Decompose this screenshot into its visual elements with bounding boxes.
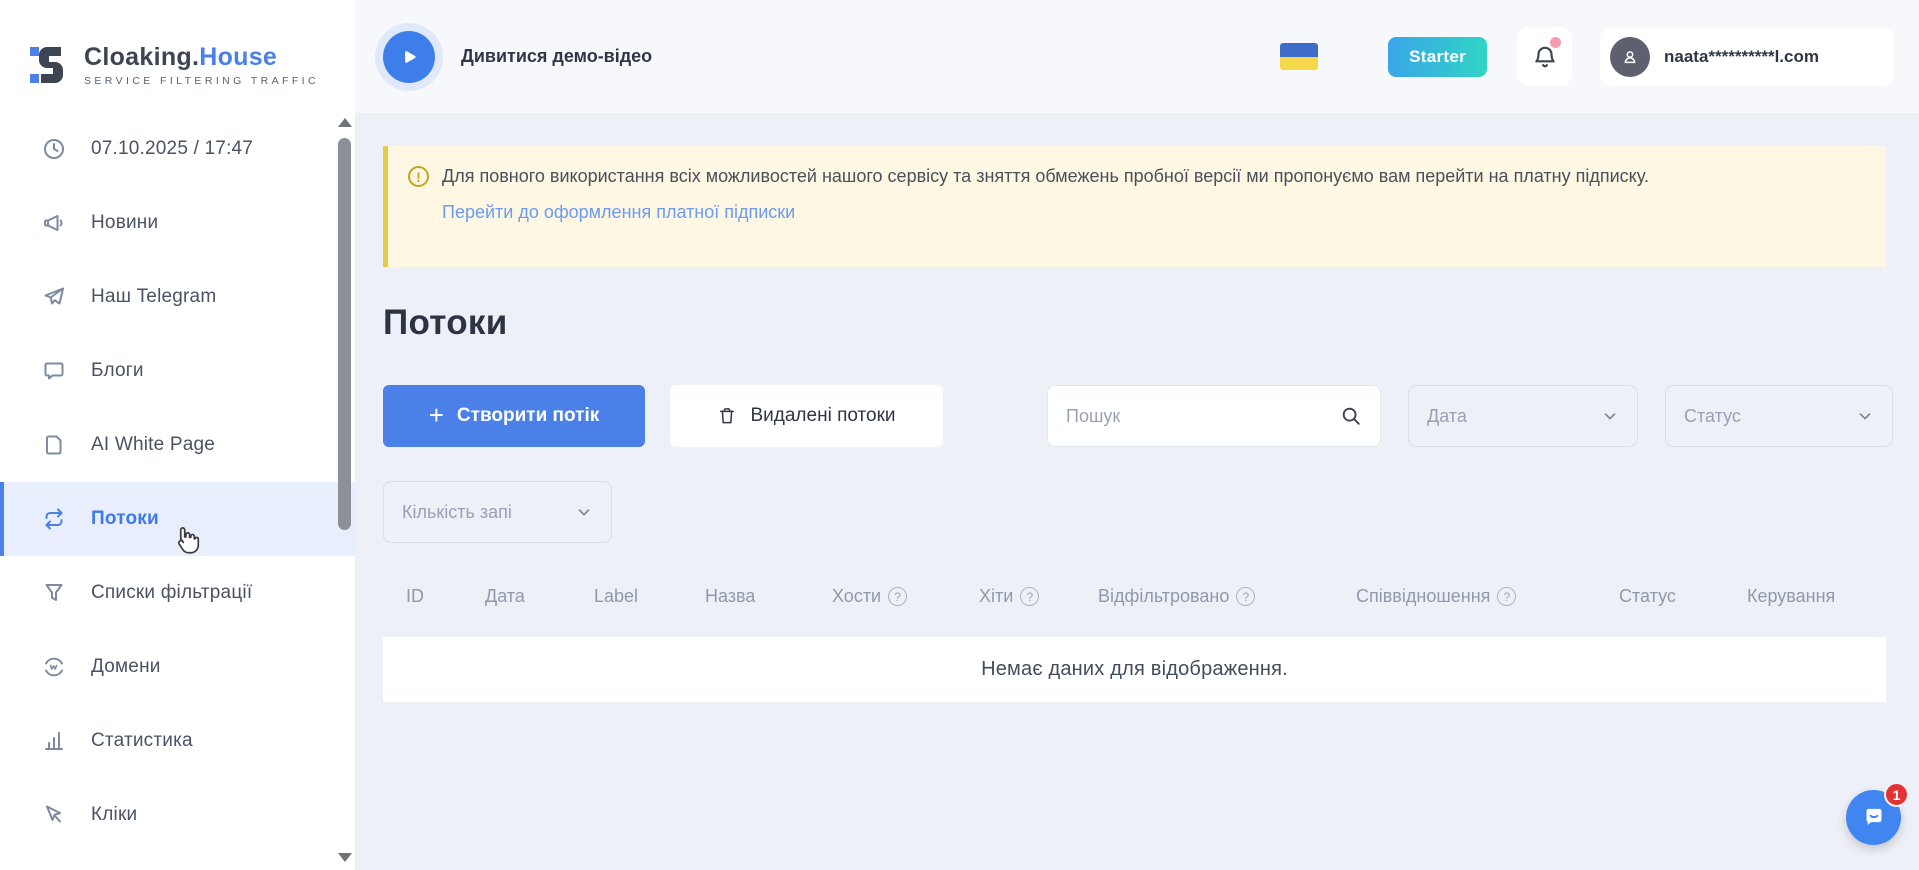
upgrade-subscription-link[interactable]: Перейти до оформлення платної підписки bbox=[442, 202, 795, 223]
table-header: ID Дата Label Назва Хости? Хіти? Відфіль… bbox=[383, 568, 1886, 628]
sidebar-item-domains[interactable]: Домени bbox=[0, 630, 355, 704]
trash-icon bbox=[717, 405, 737, 427]
sidebar-item-label: Наш Telegram bbox=[91, 286, 216, 308]
page-icon bbox=[42, 433, 66, 457]
empty-state-text: Немає даних для відображення. bbox=[981, 658, 1288, 681]
column-header-ratio: Співвідношення? bbox=[1356, 586, 1516, 607]
sidebar-item-label: Блоги bbox=[91, 360, 144, 382]
person-icon bbox=[1620, 47, 1640, 67]
brand-logo-icon bbox=[30, 41, 70, 89]
plus-icon: + bbox=[429, 402, 444, 428]
column-header-hits: Хіти? bbox=[979, 586, 1039, 607]
megaphone-icon bbox=[42, 211, 66, 235]
sidebar-item-datetime[interactable]: 07.10.2025 / 17:47 bbox=[0, 112, 355, 186]
scrollbar-thumb[interactable] bbox=[338, 138, 351, 530]
date-filter-select[interactable]: Дата bbox=[1408, 385, 1638, 447]
chevron-down-icon bbox=[1856, 407, 1874, 425]
chevron-down-icon bbox=[575, 503, 593, 521]
sidebar-item-streams[interactable]: Потоки bbox=[0, 482, 355, 556]
column-header-name: Назва bbox=[705, 586, 755, 607]
sidebar-item-label: Кліки bbox=[91, 804, 137, 826]
sidebar-item-label: Потоки bbox=[91, 508, 159, 530]
sidebar-scrollbar[interactable] bbox=[336, 110, 353, 870]
sidebar-menu: 07.10.2025 / 17:47 Новини Наш Telegram Б… bbox=[0, 112, 355, 852]
streams-icon bbox=[42, 507, 66, 531]
demo-video-label[interactable]: Дивитися демо-відео bbox=[461, 45, 652, 68]
column-header-status: Статус bbox=[1619, 586, 1676, 607]
trial-warning-banner: ! Для повного використання всіх можливос… bbox=[383, 146, 1886, 267]
flag-blue-stripe bbox=[1280, 43, 1318, 57]
sidebar-item-label: Списки фільтрації bbox=[91, 582, 252, 604]
demo-video-control[interactable]: Дивитися демо-відео bbox=[383, 31, 652, 83]
chevron-down-icon bbox=[1601, 407, 1619, 425]
clicks-icon bbox=[42, 803, 66, 827]
play-icon bbox=[398, 46, 420, 68]
sidebar-item-label: AI White Page bbox=[91, 434, 215, 456]
column-header-date: Дата bbox=[485, 586, 525, 607]
help-icon[interactable]: ? bbox=[888, 587, 907, 606]
warning-icon: ! bbox=[408, 166, 429, 187]
sidebar-item-label: Домени bbox=[91, 656, 161, 678]
plan-badge[interactable]: Starter bbox=[1388, 37, 1487, 77]
user-email: naata**********l.com bbox=[1664, 47, 1819, 67]
chat-unread-badge: 1 bbox=[1884, 782, 1909, 807]
play-button[interactable] bbox=[383, 31, 435, 83]
notification-dot bbox=[1550, 37, 1561, 48]
help-icon[interactable]: ? bbox=[1497, 587, 1516, 606]
column-header-label: Label bbox=[594, 586, 638, 607]
avatar bbox=[1610, 37, 1650, 77]
user-menu[interactable]: naata**********l.com bbox=[1600, 27, 1894, 86]
sidebar-item-label: Новини bbox=[91, 212, 158, 234]
topbar-right: Starter naata**********l.com bbox=[1280, 27, 1894, 86]
column-header-actions: Керування bbox=[1747, 586, 1835, 607]
sidebar-item-telegram[interactable]: Наш Telegram bbox=[0, 260, 355, 334]
help-icon[interactable]: ? bbox=[1236, 587, 1255, 606]
topbar: Дивитися демо-відео Starter naata*******… bbox=[355, 0, 1919, 113]
scroll-up-arrow-icon[interactable] bbox=[338, 118, 352, 127]
create-stream-button[interactable]: + Створити потік bbox=[383, 385, 645, 447]
chat-bubble-icon bbox=[42, 359, 66, 383]
brand-logo[interactable]: Cloaking.House SERVICE FILTERING TRAFFIC bbox=[0, 0, 355, 100]
scroll-down-arrow-icon[interactable] bbox=[338, 853, 352, 862]
sidebar-item-clicks[interactable]: Кліки bbox=[0, 778, 355, 852]
chat-smile-icon bbox=[1859, 803, 1889, 833]
sidebar-item-filter-lists[interactable]: Списки фільтрації bbox=[0, 556, 355, 630]
clock-icon bbox=[42, 137, 66, 161]
sidebar-item-label: 07.10.2025 / 17:47 bbox=[91, 138, 253, 160]
telegram-icon bbox=[42, 285, 66, 309]
search-input[interactable] bbox=[1066, 406, 1340, 427]
table-empty-state: Немає даних для відображення. bbox=[383, 637, 1886, 702]
search-box bbox=[1047, 385, 1381, 447]
help-icon[interactable]: ? bbox=[1020, 587, 1039, 606]
sidebar: Cloaking.House SERVICE FILTERING TRAFFIC… bbox=[0, 0, 355, 870]
filter-icon bbox=[42, 581, 66, 605]
column-header-hosts: Хости? bbox=[832, 586, 907, 607]
sidebar-item-label: Статистика bbox=[91, 730, 193, 752]
sidebar-item-ai-white-page[interactable]: AI White Page bbox=[0, 408, 355, 482]
brand-name: Cloaking.House SERVICE FILTERING TRAFFIC bbox=[84, 43, 319, 87]
brand-tagline: SERVICE FILTERING TRAFFIC bbox=[84, 75, 319, 87]
brand-name-primary: Cloaking. bbox=[84, 43, 199, 71]
records-count-select[interactable]: Кількість запі bbox=[383, 481, 612, 543]
main-content: ! Для повного використання всіх можливос… bbox=[355, 113, 1919, 870]
flag-yellow-stripe bbox=[1280, 57, 1318, 71]
sidebar-item-news[interactable]: Новини bbox=[0, 186, 355, 260]
notifications-button[interactable] bbox=[1517, 27, 1572, 86]
status-filter-select[interactable]: Статус bbox=[1665, 385, 1893, 447]
brand-name-accent: House bbox=[199, 43, 277, 71]
banner-text: Для повного використання всіх можливосте… bbox=[442, 164, 1649, 188]
column-header-filtered: Відфільтровано? bbox=[1098, 586, 1255, 607]
language-flag-ukraine[interactable] bbox=[1280, 43, 1318, 70]
page-title: Потоки bbox=[383, 303, 508, 343]
domain-icon bbox=[42, 655, 66, 679]
sidebar-item-blogs[interactable]: Блоги bbox=[0, 334, 355, 408]
search-icon[interactable] bbox=[1340, 405, 1362, 427]
stats-icon bbox=[42, 729, 66, 753]
column-header-id: ID bbox=[406, 586, 424, 607]
deleted-streams-button[interactable]: Видалені потоки bbox=[670, 385, 943, 447]
sidebar-item-statistics[interactable]: Статистика bbox=[0, 704, 355, 778]
